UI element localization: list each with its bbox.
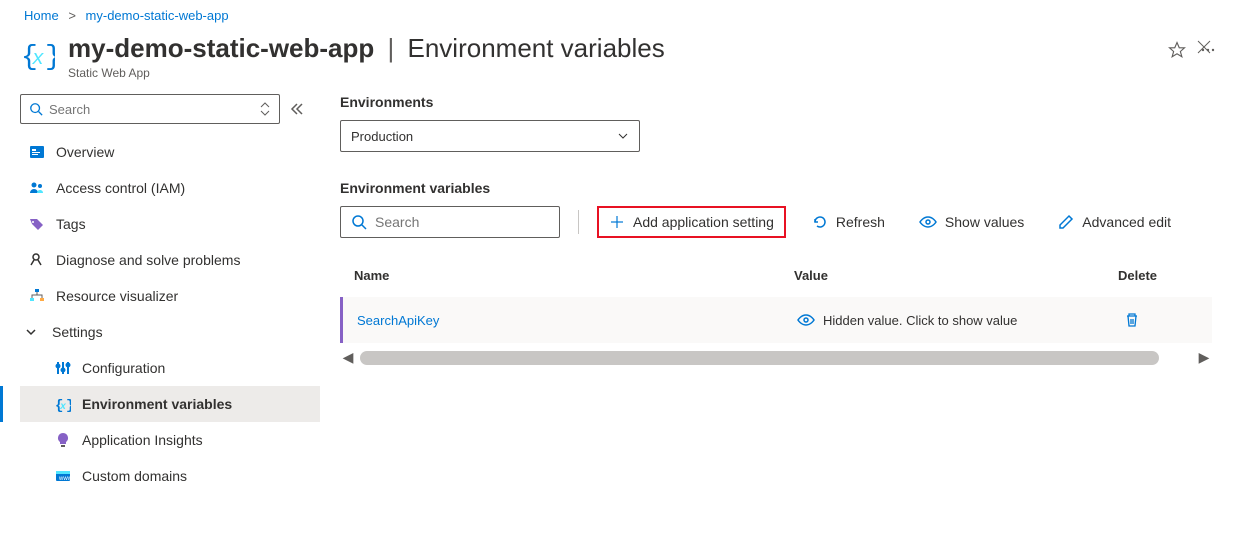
nav-access-control[interactable]: Access control (IAM) [20, 170, 320, 206]
button-label: Refresh [836, 214, 885, 230]
toolbar-search-input[interactable] [375, 214, 556, 230]
toolbar-divider [578, 210, 579, 234]
add-application-setting-button[interactable]: Add application setting [597, 206, 786, 238]
custom-domains-icon: www [54, 467, 72, 485]
sidebar: Overview Access control (IAM) Tags Diagn… [0, 90, 320, 537]
env-vars-icon: {x} [54, 395, 72, 413]
nav-label: Configuration [82, 360, 165, 376]
toolbar: Add application setting Refresh Show val… [340, 206, 1212, 238]
delete-button[interactable] [1118, 312, 1198, 328]
trash-icon [1124, 312, 1140, 328]
toolbar-search[interactable] [340, 206, 560, 238]
nav-label: Tags [56, 216, 86, 232]
nav-settings-group[interactable]: Settings [20, 314, 320, 350]
scroll-thumb[interactable] [360, 351, 1159, 365]
nav-diagnose[interactable]: Diagnose and solve problems [20, 242, 320, 278]
col-value-header[interactable]: Value [794, 268, 1118, 283]
plus-icon [609, 214, 625, 230]
nav-tags[interactable]: Tags [20, 206, 320, 242]
svg-text:}: } [66, 398, 71, 412]
breadcrumb-resource[interactable]: my-demo-static-web-app [86, 8, 229, 23]
col-delete-header: Delete [1118, 268, 1198, 283]
button-label: Advanced edit [1082, 214, 1171, 230]
tags-icon [28, 215, 46, 233]
table-header: Name Value Delete [340, 260, 1212, 297]
nav-label: Custom domains [82, 468, 187, 484]
eye-icon [919, 214, 937, 230]
section-title: Environment variables [408, 33, 665, 63]
main-content: Environments Production Environment vari… [320, 90, 1240, 537]
scroll-track[interactable] [360, 351, 1192, 365]
nav-label: Application Insights [82, 432, 203, 448]
sort-icon[interactable] [259, 102, 271, 116]
svg-text:x: x [31, 48, 44, 71]
configuration-icon [54, 359, 72, 377]
overview-icon [28, 143, 46, 161]
breadcrumb-separator: > [68, 8, 76, 23]
nav-custom-domains[interactable]: www Custom domains [20, 458, 320, 494]
setting-value-cell[interactable]: Hidden value. Click to show value [797, 313, 1118, 328]
nav-app-insights[interactable]: Application Insights [20, 422, 320, 458]
search-icon [351, 214, 367, 230]
breadcrumb: Home > my-demo-static-web-app [0, 0, 1240, 27]
scroll-left-icon[interactable]: ◀ [340, 349, 356, 366]
chevron-down-icon [24, 327, 38, 337]
chevron-down-icon [617, 130, 629, 142]
horizontal-scrollbar[interactable]: ◀ ▶ [340, 349, 1212, 366]
page-header: { x } my-demo-static-web-app | Environme… [0, 27, 1240, 90]
nav-label: Resource visualizer [56, 288, 178, 304]
breadcrumb-home[interactable]: Home [24, 8, 59, 23]
env-vars-label: Environment variables [340, 180, 1212, 196]
collapse-sidebar-icon[interactable] [290, 102, 304, 116]
nav-label: Access control (IAM) [56, 180, 185, 196]
resource-type-label: Static Web App [68, 66, 1168, 80]
sidebar-search-input[interactable] [49, 95, 259, 123]
nav-resource-visualizer[interactable]: Resource visualizer [20, 278, 320, 314]
svg-text:www: www [58, 476, 71, 482]
button-label: Show values [945, 214, 1024, 230]
access-control-icon [28, 179, 46, 197]
table-row: SearchApiKey Hidden value. Click to show… [340, 297, 1212, 343]
nav-label: Settings [52, 324, 103, 340]
search-icon [29, 102, 43, 116]
col-name-header[interactable]: Name [354, 268, 794, 283]
environment-select[interactable]: Production [340, 120, 640, 152]
page-title: my-demo-static-web-app | Environment var… [68, 33, 1168, 64]
sidebar-search[interactable] [20, 94, 280, 124]
nav-overview[interactable]: Overview [20, 134, 320, 170]
scroll-right-icon[interactable]: ▶ [1196, 349, 1212, 366]
nav-label: Diagnose and solve problems [56, 252, 240, 268]
title-separator: | [388, 33, 395, 63]
resource-visualizer-icon [28, 287, 46, 305]
refresh-button[interactable]: Refresh [804, 206, 893, 238]
eye-icon [797, 313, 815, 327]
favorite-icon[interactable] [1168, 41, 1186, 59]
nav-configuration[interactable]: Configuration [20, 350, 320, 386]
nav-environment-variables[interactable]: {x} Environment variables [20, 386, 320, 422]
diagnose-icon [28, 251, 46, 269]
setting-name-link[interactable]: SearchApiKey [357, 313, 797, 328]
nav-label: Environment variables [82, 396, 232, 412]
show-values-button[interactable]: Show values [911, 206, 1032, 238]
close-icon[interactable] [1196, 39, 1212, 55]
environment-selected-value: Production [351, 129, 413, 144]
nav-label: Overview [56, 144, 114, 160]
app-insights-icon [54, 431, 72, 449]
svg-text:}: } [45, 42, 55, 72]
button-label: Add application setting [633, 214, 774, 230]
hidden-value-text: Hidden value. Click to show value [823, 313, 1017, 328]
refresh-icon [812, 214, 828, 230]
advanced-edit-button[interactable]: Advanced edit [1050, 206, 1179, 238]
resource-type-icon: { x } [20, 37, 56, 73]
environments-label: Environments [340, 94, 1212, 110]
pencil-icon [1058, 214, 1074, 230]
resource-name: my-demo-static-web-app [68, 33, 374, 63]
